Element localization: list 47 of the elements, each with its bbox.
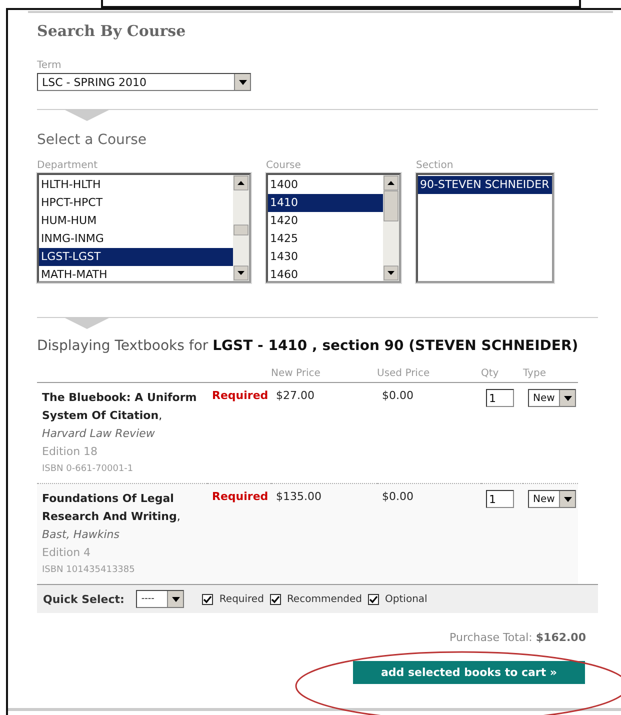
list-label: Department [37, 160, 99, 171]
filter-label: Recommended [286, 594, 362, 604]
book-edition: Edition 4 [42, 545, 92, 561]
section-heading: Select a Course [37, 132, 148, 148]
list-label: Section [416, 160, 454, 171]
type-select[interactable]: New [528, 389, 576, 407]
term-label: Term [37, 60, 62, 71]
purchase-total: Purchase Total: $162.00 [450, 631, 586, 644]
used-price: $0.00 [382, 389, 414, 402]
list-option[interactable]: INMG-INMG [39, 230, 233, 248]
book-isbn: ISBN 101435413385 [42, 564, 136, 577]
new-price: $27.00 [276, 389, 316, 402]
filter-label: Optional [385, 594, 428, 604]
add-to-cart-button[interactable]: add selected books to cart » [353, 661, 585, 684]
quantity-field[interactable]: 1 [486, 490, 514, 508]
book-edition: Edition 18 [42, 444, 99, 460]
page-title: Search By Course [37, 22, 187, 40]
list-option[interactable]: HLTH-HLTH [39, 176, 233, 194]
requirement-status: Required [212, 490, 270, 503]
list-box[interactable]: 1400 1410 1420 1425 1430 1460 [266, 173, 401, 283]
list-option[interactable]: 1430 [268, 248, 383, 266]
filter-label: Required [219, 594, 264, 604]
list-box[interactable]: HLTH-HLTH HPCT-HPCT HUM-HUM INMG-INMG LGST-LGST MATH-MATH [37, 173, 251, 283]
list-box[interactable]: 90-STEVEN SCHNEIDER [416, 173, 554, 283]
list-option[interactable]: 90-STEVEN SCHNEIDER [418, 176, 552, 194]
used-price: $0.00 [382, 490, 414, 503]
term-select[interactable]: LSC - SPRING 2010 [37, 73, 251, 91]
results-heading: Displaying Textbooks for LGST - 1410 , section 90 (STEVEN SCHNEIDER) [37, 338, 580, 354]
book-isbn: ISBN 0-661-70001-1 [42, 463, 134, 476]
list-option[interactable]: HPCT-HPCT [39, 194, 233, 212]
list-option[interactable]: LGST-LGST [39, 248, 233, 266]
list-option[interactable]: 1420 [268, 212, 383, 230]
list-option[interactable]: MATH-MATH [39, 266, 233, 284]
quantity-field[interactable]: 1 [486, 389, 514, 407]
type-select[interactable]: New [528, 490, 576, 508]
requirement-status: Required [212, 389, 270, 402]
quick-select-label: Quick Select: [43, 592, 124, 606]
list-option[interactable]: 1460 [268, 266, 383, 284]
list-label: Course [266, 160, 302, 171]
quick-select-dropdown[interactable]: ---- [136, 590, 184, 608]
list-option[interactable]: 1425 [268, 230, 383, 248]
list-option[interactable]: HUM-HUM [39, 212, 233, 230]
book-title: The Bluebook: A Uniform System Of Citation, Harvard Law Review [42, 390, 198, 442]
new-price: $135.00 [276, 490, 322, 503]
list-option[interactable]: 1400 [268, 176, 383, 194]
list-option[interactable]: 1410 [268, 194, 383, 212]
book-title: Foundations Of Legal Research And Writing, Bast, Hawkins [42, 491, 182, 543]
